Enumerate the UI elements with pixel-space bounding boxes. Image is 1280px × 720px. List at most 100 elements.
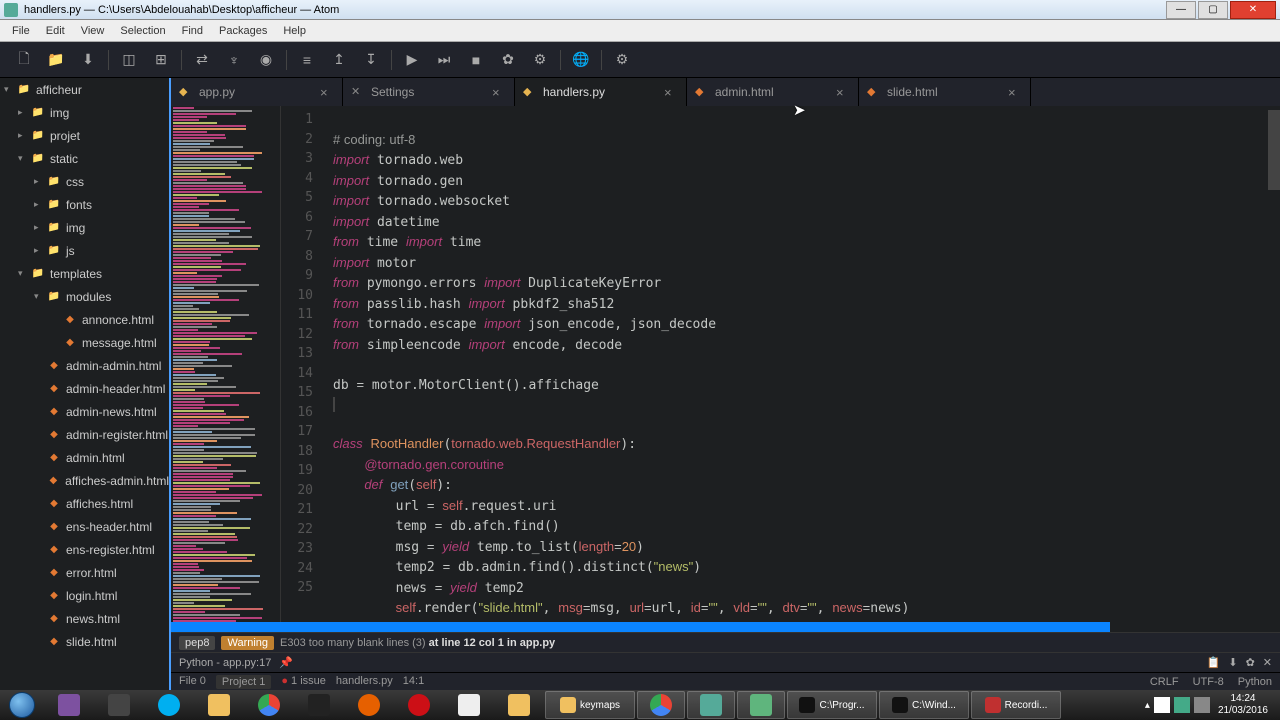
tab-close-icon[interactable]: × xyxy=(320,85,334,100)
menu-edit[interactable]: Edit xyxy=(38,23,73,39)
settings-icon[interactable]: ✿ xyxy=(492,46,524,74)
outdent-icon[interactable]: ↥ xyxy=(323,46,355,74)
horizontal-scrollbar[interactable] xyxy=(171,622,1110,632)
status-issues[interactable]: ● 1 issue xyxy=(281,675,326,689)
tree-item[interactable]: ◆admin-register.html xyxy=(0,423,169,446)
menu-view[interactable]: View xyxy=(73,23,113,39)
task-keymaps[interactable]: keymaps xyxy=(545,691,635,719)
menu-selection[interactable]: Selection xyxy=(112,23,173,39)
task-chrome2[interactable] xyxy=(637,691,685,719)
task-explorer[interactable] xyxy=(195,691,243,719)
terminal-label[interactable]: Python - app.py:17 xyxy=(179,657,271,669)
tab-close-icon[interactable]: × xyxy=(1008,85,1022,100)
new-file-icon[interactable]: 🗋 xyxy=(8,46,40,74)
status-path[interactable]: handlers.py xyxy=(336,675,393,689)
minimap[interactable] xyxy=(171,106,281,622)
tree-item[interactable]: ◆admin-header.html xyxy=(0,377,169,400)
menu-file[interactable]: File xyxy=(4,23,38,39)
task-firefox[interactable] xyxy=(345,691,393,719)
editor-tab[interactable]: ◆admin.html× xyxy=(687,78,859,106)
tab-close-icon[interactable]: × xyxy=(664,85,678,100)
tree-item[interactable]: ◆admin-admin.html xyxy=(0,354,169,377)
pin-icon[interactable]: 📌 xyxy=(279,656,293,669)
term-download-icon[interactable]: ⬇ xyxy=(1228,656,1237,669)
tree-item[interactable]: ▸📁fonts xyxy=(0,193,169,216)
term-close-icon[interactable]: ✕ xyxy=(1263,656,1272,669)
globe-icon[interactable]: 🌐 xyxy=(565,46,597,74)
skip-icon[interactable]: ⏭ xyxy=(428,46,460,74)
tree-item[interactable]: ◆slide.html xyxy=(0,630,169,653)
task-terminal[interactable] xyxy=(295,691,343,719)
task-viber[interactable] xyxy=(45,691,93,719)
vertical-scrollbar[interactable] xyxy=(1268,106,1280,622)
task-skype[interactable] xyxy=(145,691,193,719)
menu-find[interactable]: Find xyxy=(174,23,211,39)
tree-item[interactable]: ▸📁js xyxy=(0,239,169,262)
dedent-icon[interactable]: ↧ xyxy=(355,46,387,74)
system-tray[interactable]: ▴ 14:2421/03/2016 xyxy=(1139,693,1280,717)
task-app2[interactable] xyxy=(687,691,735,719)
tree-item[interactable]: ◆error.html xyxy=(0,561,169,584)
run-icon[interactable]: ▶ xyxy=(396,46,428,74)
tree-item[interactable]: ▾📁afficheur xyxy=(0,78,169,101)
status-project[interactable]: Project 1 xyxy=(216,675,271,689)
tab-close-icon[interactable]: × xyxy=(492,85,506,100)
term-copy-icon[interactable]: 📋 xyxy=(1207,656,1221,669)
minimize-button[interactable]: — xyxy=(1166,1,1196,19)
open-folder-icon[interactable]: 📁 xyxy=(40,46,72,74)
status-pos[interactable]: 14:1 xyxy=(403,675,424,689)
tree-item[interactable]: ◆news.html xyxy=(0,607,169,630)
record-icon[interactable]: ◉ xyxy=(250,46,282,74)
save-icon[interactable]: ⬇ xyxy=(72,46,104,74)
tray-net-icon[interactable] xyxy=(1174,697,1190,713)
tree-item[interactable]: ◆login.html xyxy=(0,584,169,607)
file-tree[interactable]: ▾📁afficheur▸📁img▸📁projet▾📁static▸📁css▸📁f… xyxy=(0,78,169,690)
toggle-icon[interactable]: ⇄ xyxy=(186,46,218,74)
tree-icon[interactable]: ♆ xyxy=(218,46,250,74)
tree-item[interactable]: ▸📁projet xyxy=(0,124,169,147)
term-settings-icon[interactable]: ✿ xyxy=(1246,656,1255,669)
task-atom[interactable] xyxy=(737,691,785,719)
tray-flag-icon[interactable] xyxy=(1154,697,1170,713)
tree-item[interactable]: ▾📁modules xyxy=(0,285,169,308)
tree-item[interactable]: ◆annonce.html xyxy=(0,308,169,331)
config-icon[interactable]: ⚙ xyxy=(524,46,556,74)
close-button[interactable]: ✕ xyxy=(1230,1,1276,19)
task-opera[interactable] xyxy=(395,691,443,719)
editor-tab[interactable]: ✕Settings× xyxy=(343,78,515,106)
taskbar-clock[interactable]: 14:2421/03/2016 xyxy=(1212,693,1274,717)
task-cmd2[interactable]: C:\Wind... xyxy=(879,691,969,719)
task-app[interactable] xyxy=(95,691,143,719)
tree-item[interactable]: ◆admin-news.html xyxy=(0,400,169,423)
tree-item[interactable]: ▸📁img xyxy=(0,101,169,124)
start-button[interactable] xyxy=(0,690,44,720)
tree-item[interactable]: ▾📁templates xyxy=(0,262,169,285)
task-recorder[interactable]: Recordi... xyxy=(971,691,1061,719)
menu-packages[interactable]: Packages xyxy=(211,23,275,39)
indent-icon[interactable]: ≡ xyxy=(291,46,323,74)
task-chrome1[interactable] xyxy=(245,691,293,719)
tree-item[interactable]: ▸📁css xyxy=(0,170,169,193)
tree-item[interactable]: ◆message.html xyxy=(0,331,169,354)
tree-item[interactable]: ▸📁img xyxy=(0,216,169,239)
tree-item[interactable]: ◆admin.html xyxy=(0,446,169,469)
maximize-button[interactable]: ▢ xyxy=(1198,1,1228,19)
code-editor[interactable]: # coding: utf-8 import tornado.web impor… xyxy=(321,106,1280,622)
stop-icon[interactable]: ■ xyxy=(460,46,492,74)
menu-help[interactable]: Help xyxy=(275,23,314,39)
tab-close-icon[interactable]: × xyxy=(836,85,850,100)
status-eol[interactable]: CRLF xyxy=(1150,676,1179,688)
tree-item[interactable]: ◆ens-header.html xyxy=(0,515,169,538)
editor-tab[interactable]: ◆handlers.py× xyxy=(515,78,687,106)
tree-item[interactable]: ◆affiches.html xyxy=(0,492,169,515)
status-lang[interactable]: Python xyxy=(1238,676,1272,688)
editor-tab[interactable]: ◆slide.html× xyxy=(859,78,1031,106)
status-enc[interactable]: UTF-8 xyxy=(1193,676,1224,688)
task-cmd1[interactable]: C:\Progr... xyxy=(787,691,877,719)
panes-icon[interactable]: ◫ xyxy=(113,46,145,74)
tree-item[interactable]: ◆affiches-admin.html xyxy=(0,469,169,492)
split-icon[interactable]: ⊞ xyxy=(145,46,177,74)
tree-item[interactable]: ◆ens-register.html xyxy=(0,538,169,561)
tray-vol-icon[interactable] xyxy=(1194,697,1210,713)
editor-tab[interactable]: ◆app.py× xyxy=(171,78,343,106)
